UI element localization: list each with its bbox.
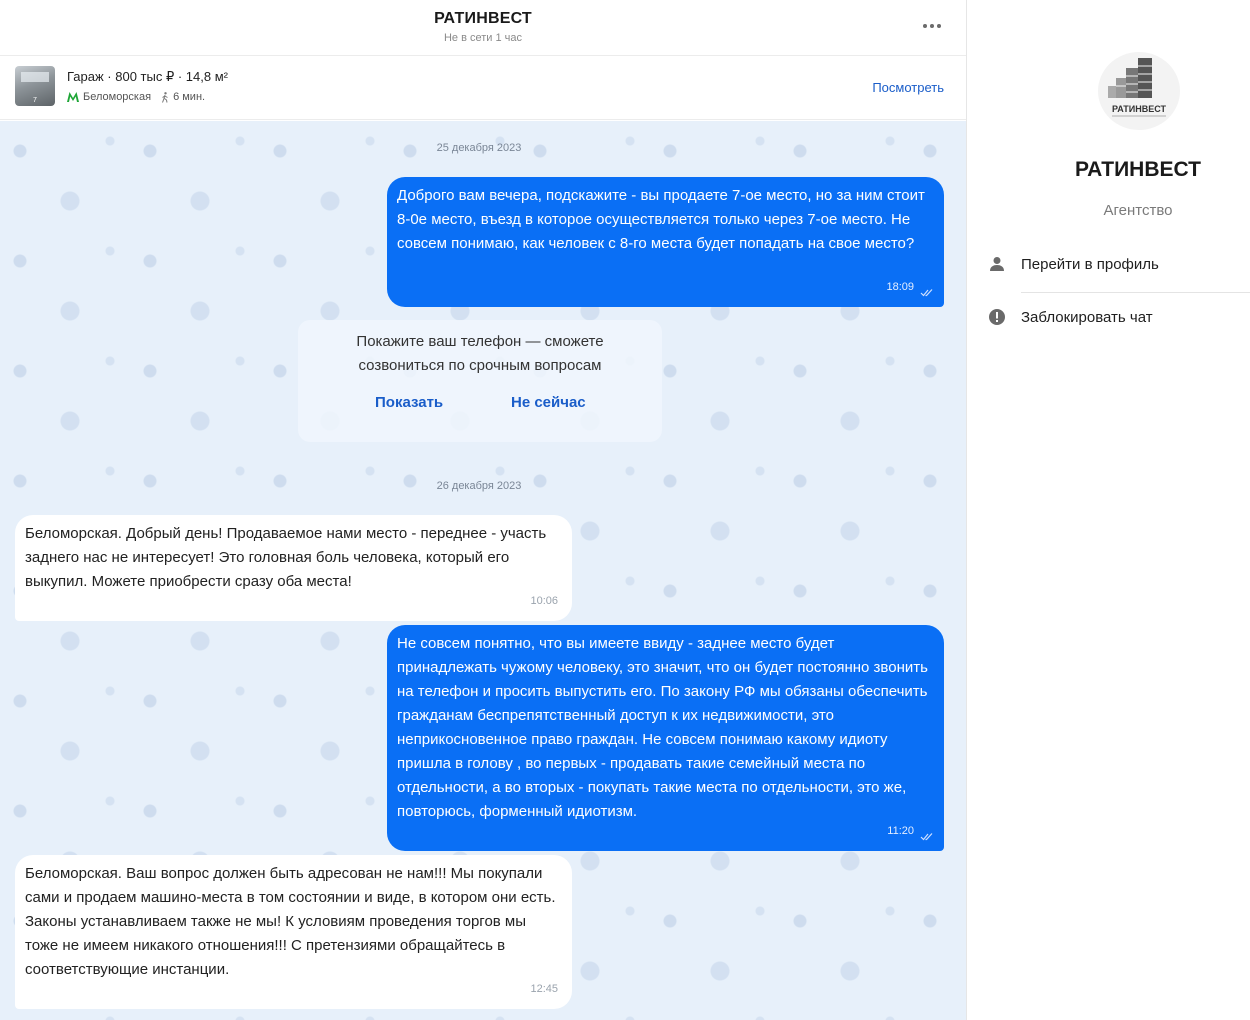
go-to-profile-button[interactable]: Перейти в профиль [988,255,1159,273]
share-phone-line-2: созвониться по срочным вопросам [358,357,602,374]
block-chat-button[interactable]: Заблокировать чат [988,308,1153,326]
message-list[interactable]: 25 декабря 2023 Доброго вам вечера, подс… [0,121,966,1020]
listing-summary: Гараж · 800 тыс ₽ · 14,8 м² [67,69,228,84]
go-to-profile-label: Перейти в профиль [1021,255,1159,273]
message-text: Не совсем понятно, что вы имеете ввиду -… [397,635,928,820]
more-dots-icon[interactable] [920,16,944,36]
listing-location: Беломорская 6 мин. [67,91,205,103]
message-time: 18:09 [886,281,914,293]
message-time: 11:20 [887,825,914,837]
share-phone-actions: Показать Не сейчас [298,394,662,418]
date-separator: 25 декабря 2023 [436,142,522,154]
not-now-button[interactable]: Не сейчас [511,394,586,411]
person-icon [990,257,1004,271]
share-phone-line-1: Покажите ваш телефон — сможете [356,333,604,350]
thumbnail-number: 7 [33,97,37,104]
message-bubble-incoming[interactable]: Беломорская. Ваш вопрос должен быть адре… [15,855,572,1009]
chat-title: РАТИНВЕСТ [434,10,532,27]
building-logo-icon: РАТИНВЕСТ [1108,58,1167,117]
share-phone-prompt: Покажите ваш телефон — сможете созвонить… [298,320,662,442]
view-listing-link[interactable]: Посмотреть [872,80,944,95]
chat-pane: РАТИНВЕСТ Не в сети 1 час 7 Гараж · 800 … [0,0,967,1020]
message-bubble-outgoing[interactable]: Доброго вам вечера, подскажите - вы прод… [387,177,944,307]
chat-status: Не в сети 1 час [443,32,523,44]
message-bubble-incoming[interactable]: Беломорская. Добрый день! Продаваемое на… [15,515,572,621]
double-check-icon [920,289,933,297]
message-time: 12:45 [530,983,558,995]
listing-card[interactable]: 7 Гараж · 800 тыс ₽ · 14,8 м² Беломорска… [0,56,966,120]
double-check-icon [920,833,933,841]
metro-icon [67,92,79,102]
contact-type: Агентство [1103,202,1173,219]
metro-station: Беломорская [83,91,152,103]
company-logo: РАТИНВЕСТ [1098,52,1180,130]
message-text: Доброго вам вечера, подскажите - вы прод… [397,187,925,252]
show-phone-button[interactable]: Показать [375,394,443,411]
walk-time: 6 мин. [173,91,206,103]
contact-name: РАТИНВЕСТ [1074,158,1201,181]
date-separator: 26 декабря 2023 [436,480,522,492]
chat-header: РАТИНВЕСТ Не в сети 1 час [0,0,966,56]
block-chat-label: Заблокировать чат [1021,308,1153,326]
listing-thumbnail: 7 [15,66,55,106]
message-text: Беломорская. Добрый день! Продаваемое на… [25,525,547,590]
messenger-window: РАТИНВЕСТ Не в сети 1 час 7 Гараж · 800 … [0,0,1250,1020]
share-phone-text: Покажите ваш телефон — сможете созвонить… [298,320,662,378]
walking-person-icon [162,91,168,103]
contact-panel: РАТИНВЕСТ РАТИНВЕСТ Агентство Перейти в … [968,0,1250,1020]
message-bubble-outgoing[interactable]: Не совсем понятно, что вы имеете ввиду -… [387,625,944,851]
alert-circle-icon [989,309,1005,325]
message-time: 10:06 [530,595,558,607]
svg-text:РАТИНВЕСТ: РАТИНВЕСТ [1112,104,1167,114]
message-text: Беломорская. Ваш вопрос должен быть адре… [25,865,556,978]
divider [1021,292,1250,293]
